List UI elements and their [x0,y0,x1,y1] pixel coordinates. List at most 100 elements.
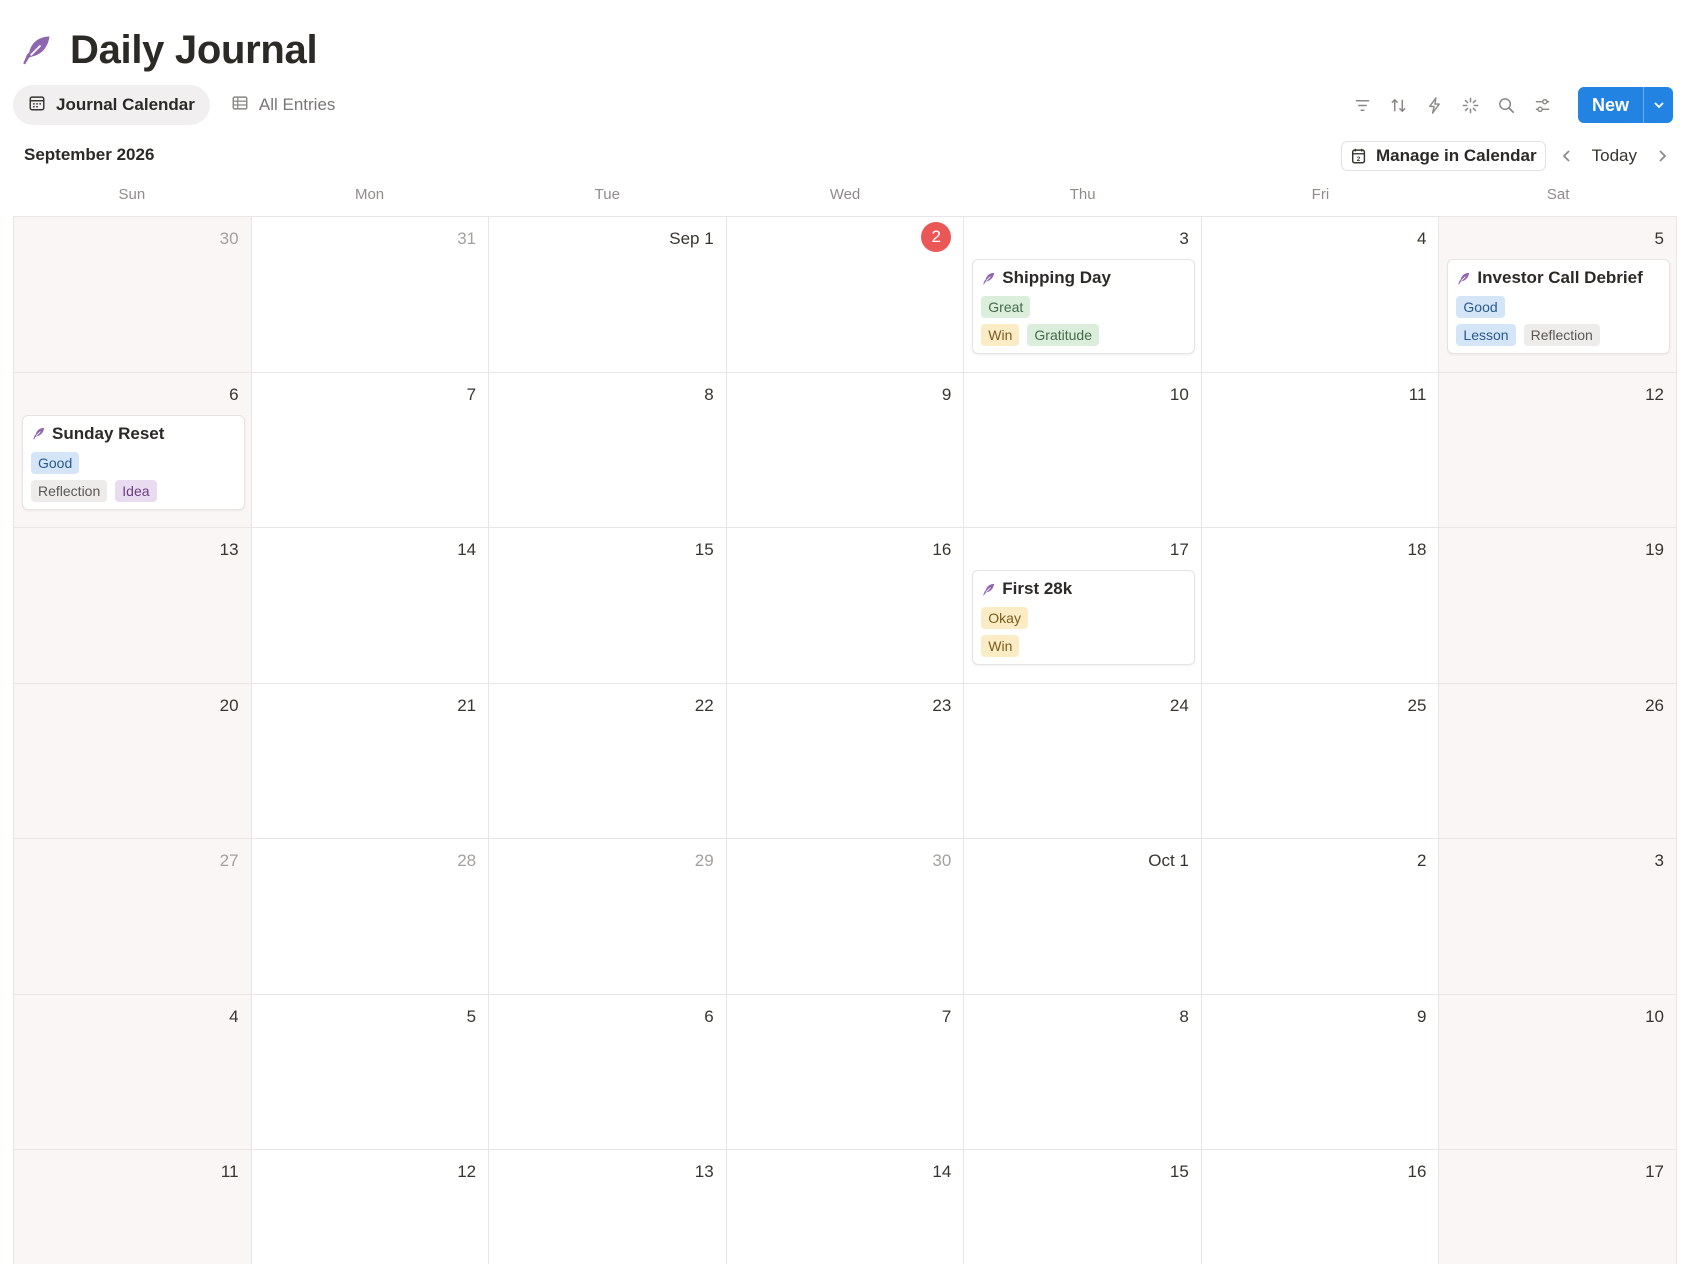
calendar-day-cell[interactable]: Oct 1 [964,839,1202,995]
weekday-header: Sun Mon Tue Wed Thu Fri Sat [13,186,1677,203]
feather-icon [981,271,996,286]
journal-entry-card[interactable]: Sunday Reset Good Reflection Idea [22,414,245,510]
calendar-day-cell[interactable]: 31 [251,217,490,373]
calendar-day-cell[interactable]: 14 [251,528,490,684]
day-number: 5 [466,1006,477,1026]
next-month-button[interactable] [1651,145,1673,167]
calendar-day-cell[interactable]: 4 [1201,217,1440,373]
calendar-day-cell[interactable]: 29 [489,839,727,995]
calendar-icon [28,94,46,117]
calendar-day-cell[interactable]: 19 [1439,528,1677,684]
calendar-day-cell[interactable]: 8 [964,994,1202,1150]
calendar-day-cell[interactable]: 24 [964,683,1202,839]
day-number: 14 [932,1162,952,1181]
feather-icon [1456,271,1471,286]
calendar-day-cell[interactable]: 26 [1439,683,1677,839]
day-number: 21 [457,695,477,715]
settings-icon[interactable] [1532,94,1554,116]
mood-row: Okay [981,607,1186,629]
calendar-day-cell[interactable]: 30 [14,217,252,373]
calendar-day-cell[interactable]: 20 [14,683,252,839]
calendar-day-cell[interactable]: 21 [251,683,490,839]
day-number: 7 [466,384,477,404]
tags-row: Lesson Reflection [1456,324,1661,346]
calendar-day-cell[interactable]: 22 [489,683,727,839]
calendar-day-cell[interactable]: 10 [1439,994,1677,1150]
tab-all-entries[interactable]: All Entries [216,85,351,125]
tags-row: Win Gratitude [981,324,1186,346]
calendar-day-cell[interactable]: 3 [1439,839,1677,995]
calendar-day-cell[interactable]: 3 Shipping Day Great Win Gratitude [964,217,1202,373]
calendar-day-cell[interactable]: 30 [726,839,965,995]
calendar-day-cell[interactable]: 17 [1439,1150,1677,1264]
search-icon[interactable] [1496,94,1518,116]
calendar-day-cell[interactable]: 23 [726,683,965,839]
calendar-day-cell[interactable]: 5 Investor Call Debrief Good Lesson Reflecti… [1439,217,1677,373]
previous-month-button[interactable] [1556,145,1578,167]
entry-tag: Reflection [31,479,108,502]
journal-entry-card[interactable]: Investor Call Debrief Good Lesson Reflectio… [1447,259,1670,354]
calendar-day-cell[interactable]: 11 [14,1150,252,1264]
calendar-day-cell[interactable]: 8 [489,372,727,528]
day-number: 30 [219,229,239,248]
calendar-day-cell[interactable]: 17 First 28k Okay Win [964,528,1202,684]
day-number: 25 [1407,695,1427,715]
calendar-day-cell[interactable]: 9 [726,372,965,528]
calendar-day-cell[interactable]: 2 [726,217,965,373]
mood-row: Good [31,451,236,474]
calendar-day-cell[interactable]: 15 [489,528,727,684]
day-number: 18 [1407,540,1427,559]
manage-in-calendar-button[interactable]: 2 Manage in Calendar [1341,141,1546,171]
calendar-day-cell[interactable]: 14 [726,1150,965,1264]
day-number: 12 [1645,384,1664,404]
sparkle-icon[interactable] [1460,94,1482,116]
weekday-label: Wed [829,186,861,203]
filter-icon[interactable] [1352,94,1374,116]
calendar-day-cell[interactable]: 5 [251,994,490,1150]
day-number: 17 [1645,1162,1664,1181]
journal-entry-card[interactable]: Shipping Day Great Win Gratitude [972,259,1195,354]
tab-journal-calendar[interactable]: Journal Calendar [13,85,210,125]
calendar-day-cell[interactable]: 2 [1201,839,1440,995]
calendar-grid: 30 31 Sep 1 2 3 Shipping Day Great Win Gratitude… [13,216,1677,1264]
calendar-day-cell[interactable]: Sep 1 [489,217,727,373]
calendar-day-cell[interactable]: 11 [1201,372,1440,528]
calendar-day-cell[interactable]: 9 [1201,994,1440,1150]
svg-text:2: 2 [1357,156,1361,163]
entry-title: Sunday Reset [52,423,165,443]
day-number: 8 [704,384,714,404]
calendar-day-cell[interactable]: 18 [1201,528,1440,684]
calendar-day-cell[interactable]: 6 [489,994,727,1150]
calendar-day-cell[interactable]: 16 [726,528,965,684]
tab-label: All Entries [258,95,336,114]
calendar-day-cell[interactable]: 4 [14,994,252,1150]
lightning-icon[interactable] [1424,94,1446,116]
new-button[interactable]: New [1577,87,1643,123]
calendar-day-cell[interactable]: 27 [14,839,252,995]
day-number: 13 [219,540,239,559]
sort-icon[interactable] [1388,94,1410,116]
day-number: 23 [932,695,952,715]
journal-entry-card[interactable]: First 28k Okay Win [972,570,1195,665]
calendar-day-cell[interactable]: 7 [251,372,490,528]
calendar-day-cell[interactable]: 10 [964,372,1202,528]
calendar-day-cell[interactable]: 28 [251,839,490,995]
day-number: 17 [1169,540,1189,559]
day-number: 15 [1169,1162,1189,1181]
day-number: 15 [694,540,714,559]
feather-icon [31,426,46,441]
today-button[interactable]: Today [1588,146,1641,166]
calendar-day-cell[interactable]: 25 [1201,683,1440,839]
calendar-day-cell[interactable]: 6 Sunday Reset Good Reflection Idea [14,372,252,528]
calendar-day-cell[interactable]: 13 [489,1150,727,1264]
calendar-day-cell[interactable]: 16 [1201,1150,1440,1264]
calendar-day-cell[interactable]: 12 [1439,372,1677,528]
entry-tag: Reflection [1523,324,1600,346]
calendar-day-cell[interactable]: 13 [14,528,252,684]
calendar-day-cell[interactable]: 7 [726,994,965,1150]
new-dropdown-button[interactable] [1643,87,1673,123]
day-number: 3 [1654,851,1664,870]
day-number: 13 [694,1162,714,1181]
calendar-day-cell[interactable]: 12 [251,1150,490,1264]
calendar-day-cell[interactable]: 15 [964,1150,1202,1264]
